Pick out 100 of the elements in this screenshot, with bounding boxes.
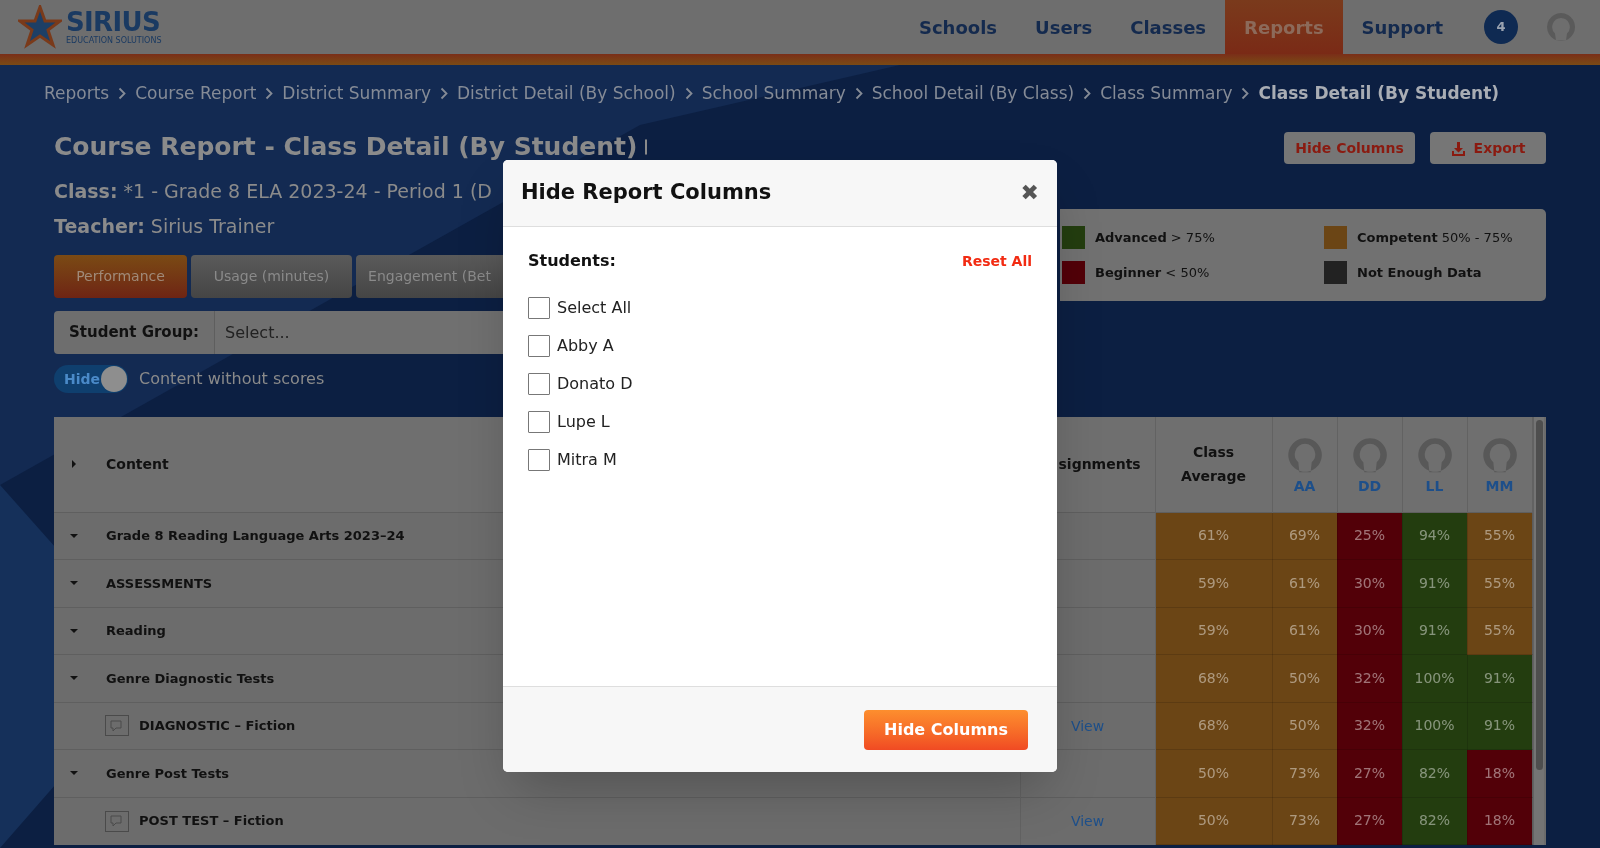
breadcrumb-link[interactable]: Class Detail (By Student)	[1258, 80, 1500, 107]
view-link[interactable]: View	[1070, 813, 1105, 829]
breadcrumb-link[interactable]: Course Report	[135, 80, 257, 107]
view-tab[interactable]: Usage (minutes)	[191, 255, 352, 298]
score-cell: 50%	[1155, 797, 1272, 845]
expand-caret-icon[interactable]	[69, 459, 79, 470]
score-cell: 30%	[1337, 559, 1402, 607]
score-cell: 50%	[1272, 702, 1337, 750]
legend-label: Advanced > 75%	[1095, 228, 1215, 247]
view-link[interactable]: View	[1070, 717, 1105, 734]
score-cell: 73%	[1272, 797, 1337, 845]
score-cell: 82%	[1402, 797, 1467, 845]
nav-tab[interactable]: Schools	[899, 0, 1017, 54]
view-tab[interactable]: Performance	[54, 255, 187, 298]
score-cell: 91%	[1467, 654, 1532, 702]
breadcrumb-link[interactable]: Class Summary	[1100, 80, 1233, 107]
score-cell: 61%	[1155, 512, 1272, 560]
legend-label: Beginner < 50%	[1095, 263, 1210, 282]
section-label: Students:	[528, 250, 616, 272]
score-cell: 91%	[1402, 559, 1467, 607]
download-icon	[1450, 140, 1466, 156]
checkbox[interactable]	[528, 449, 550, 471]
row-label: Genre Diagnostic Tests	[106, 669, 275, 688]
score-cell: 27%	[1337, 749, 1402, 797]
breadcrumb-link[interactable]: District Detail (By School)	[456, 80, 676, 107]
row-label: DIAGNOSTIC – Fiction	[139, 717, 296, 735]
student-initials-link[interactable]: AA	[1293, 475, 1316, 497]
score-cell: 94%	[1402, 512, 1467, 560]
class-line: Class: *1 - Grade 8 ELA 2023-24 - Period 1 (D	[54, 180, 492, 202]
checkbox-label[interactable]: Mitra M	[557, 448, 617, 472]
hide-columns-button[interactable]: Hide Columns	[864, 709, 1028, 750]
column-header: Content	[106, 454, 169, 474]
score-cell: 100%	[1402, 702, 1467, 750]
scrollbar-thumb[interactable]	[1535, 420, 1543, 770]
chevron-icon	[684, 87, 693, 100]
checkbox[interactable]	[528, 373, 550, 395]
scrollbar-track[interactable]	[1532, 417, 1544, 845]
score-cell: 68%	[1155, 654, 1272, 702]
view-tab[interactable]: Engagement (Bet	[356, 255, 503, 298]
toggle-caption: Content without scores	[139, 368, 325, 390]
score-cell: 18%	[1467, 749, 1532, 797]
breadcrumb-link[interactable]: Reports	[44, 80, 110, 107]
nav-tab[interactable]: Classes	[1111, 0, 1226, 54]
breadcrumb-link[interactable]: District Summary	[282, 80, 431, 107]
assignment-icon	[105, 810, 129, 832]
export-button[interactable]: Export	[1430, 132, 1546, 164]
chevron-icon	[854, 87, 863, 100]
hide-toggle[interactable]: Hide	[54, 365, 128, 393]
star-logo-icon	[18, 5, 62, 49]
score-cell: 55%	[1467, 559, 1532, 607]
nav-tab[interactable]: Support	[1342, 0, 1462, 54]
column-header: signments	[1058, 456, 1141, 473]
row-label: ASSESSMENTS	[106, 574, 213, 593]
score-cell: 73%	[1272, 749, 1337, 797]
student-initials-link[interactable]: LL	[1425, 475, 1444, 497]
score-cell: 27%	[1337, 797, 1402, 845]
score-cell: 59%	[1155, 607, 1272, 655]
score-cell: 82%	[1402, 749, 1467, 797]
close-button[interactable]: ✖	[1020, 182, 1039, 204]
score-cell: 25%	[1337, 512, 1402, 560]
score-cell: 91%	[1402, 607, 1467, 655]
hide-columns-button[interactable]: Hide Columns	[1284, 132, 1415, 164]
student-initials-link[interactable]: MM	[1485, 475, 1514, 497]
score-cell: 55%	[1467, 512, 1532, 560]
chevron-icon	[1241, 87, 1250, 100]
nav-tab[interactable]: Users	[1016, 0, 1112, 54]
assignment-icon	[105, 715, 129, 737]
score-cell: 69%	[1272, 512, 1337, 560]
notification-badge[interactable]: 4	[1484, 10, 1518, 44]
checkbox[interactable]	[528, 335, 550, 357]
breadcrumb-link[interactable]: School Detail (By Class)	[871, 80, 1075, 107]
reset-all-link[interactable]: Reset All	[961, 250, 1032, 272]
legend-label: Not Enough Data	[1357, 263, 1482, 282]
checkbox-label[interactable]: Donato D	[557, 372, 633, 396]
legend-label: Competent 50% - 75%	[1357, 228, 1513, 247]
row-label: Reading	[106, 622, 166, 640]
score-cell: 55%	[1467, 607, 1532, 655]
student-initials-link[interactable]: DD	[1357, 475, 1382, 497]
score-cell: 61%	[1272, 559, 1337, 607]
modal-title: Hide Report Columns	[521, 179, 772, 207]
checkbox[interactable]	[528, 297, 550, 319]
breadcrumb-link[interactable]: School Summary	[701, 80, 846, 107]
checkbox[interactable]	[528, 411, 550, 433]
checkbox-label[interactable]: Abby A	[557, 334, 614, 358]
teacher-line: Teacher: Sirius Trainer	[54, 214, 275, 237]
score-cell: 32%	[1337, 702, 1402, 750]
chevron-icon	[439, 87, 448, 100]
score-cell: 50%	[1155, 749, 1272, 797]
score-cell: 91%	[1467, 702, 1532, 750]
row-label: Grade 8 Reading Language Arts 2023–24	[106, 527, 405, 545]
checkbox-label[interactable]: Lupe L	[557, 410, 610, 434]
score-cell: 18%	[1467, 797, 1532, 845]
nav-tab[interactable]: Reports	[1225, 0, 1343, 54]
chevron-icon	[1083, 87, 1092, 100]
score-cell: 50%	[1272, 654, 1337, 702]
checkbox-label[interactable]: Select All	[557, 296, 632, 320]
score-cell: 68%	[1155, 702, 1272, 750]
score-cell: 32%	[1337, 654, 1402, 702]
row-label: POST TEST – Fiction	[139, 812, 284, 831]
score-cell: 61%	[1272, 607, 1337, 655]
